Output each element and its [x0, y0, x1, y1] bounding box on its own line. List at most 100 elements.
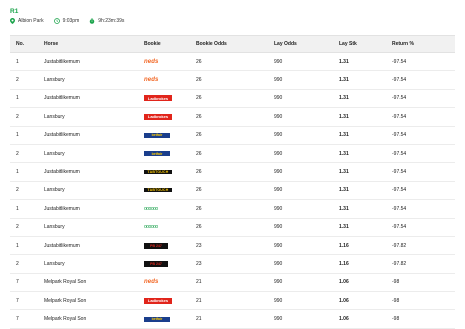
page: R1 Albion Park 9:03pm 9h:23m:39s No. Hor… — [0, 0, 465, 329]
clock-icon — [53, 18, 60, 24]
return-percent: -97.54 — [392, 169, 407, 176]
lay-odds: 990 — [274, 279, 283, 286]
lay-odds: 990 — [274, 187, 283, 194]
return-percent: -97.54 — [392, 205, 407, 212]
table-row[interactable]: 1 Justabitlikemum Ladbrokes 26 990 1.31 -97.54 — [10, 90, 455, 109]
horse-name: Justabitlikemum — [44, 95, 80, 102]
row-number: 7 — [16, 316, 19, 323]
bookie-odds: 26 — [196, 95, 202, 102]
table-row[interactable]: 2 Lansbury TABTOUCH 26 990 1.31 -97.54 — [10, 182, 455, 201]
header-horse[interactable]: Horse — [44, 41, 144, 47]
header-return[interactable]: Return % — [392, 41, 455, 47]
table-row[interactable]: 7 Melpark Royal Son Ladbrokes 21 990 1.06 -98 — [10, 292, 455, 311]
lay-odds: 990 — [274, 224, 283, 231]
lay-stake: 1.31 — [339, 95, 349, 102]
lay-stake: 1.06 — [339, 297, 349, 304]
table-row[interactable]: 7 Melpark Royal Son neds 21 990 1.06 -98 — [10, 274, 455, 293]
bookie-cell: PB 247 — [144, 260, 196, 267]
return-percent: -97.54 — [392, 132, 407, 139]
lay-stake: 1.31 — [339, 187, 349, 194]
table-row[interactable]: 2 Lansbury neds 26 990 1.31 -97.54 — [10, 71, 455, 90]
table-row[interactable]: 1 Justabitlikemum TABTOUCH 26 990 1.31 -97.54 — [10, 163, 455, 182]
row-number: 1 — [16, 132, 19, 139]
table-body: 1 Justabitlikemum neds 26 990 1.31 -97.54 2 Lans… — [10, 53, 455, 329]
bookie-odds: 21 — [196, 316, 202, 323]
horse-name: Justabitlikemum — [44, 132, 80, 139]
race-time-label: 9:03pm — [62, 18, 80, 24]
table-row[interactable]: 1 Justabitlikemum PB 247 23 990 1.16 -97.82 — [10, 237, 455, 256]
horse-name: Lansbury — [44, 150, 65, 157]
bookie-odds: 23 — [196, 260, 202, 267]
bookie-cell: Ladbrokes — [144, 95, 196, 102]
bookie-logo-pb: PB 247 — [144, 260, 168, 267]
row-number: 2 — [16, 187, 19, 194]
table-row[interactable]: 2 Lansbury Ladbrokes 26 990 1.31 -97.54 — [10, 108, 455, 127]
table-row[interactable]: 1 Justabitlikemum oooooo 26 990 1.31 -97.54 — [10, 200, 455, 219]
race-meta: Albion Park 9:03pm 9h:23m:39s — [10, 17, 134, 25]
horse-name: Melpark Royal Son — [44, 297, 87, 304]
horse-name: Lansbury — [44, 224, 65, 231]
bookie-odds: 26 — [196, 150, 202, 157]
bookie-cell: neds — [144, 59, 196, 65]
bookie-odds: 26 — [196, 205, 202, 212]
lay-odds: 990 — [274, 77, 283, 84]
return-percent: -97.54 — [392, 113, 407, 120]
table-row[interactable]: 1 Justabitlikemum neds 26 990 1.31 -97.54 — [10, 53, 455, 72]
horse-name: Lansbury — [44, 187, 65, 194]
horse-name: Justabitlikemum — [44, 169, 80, 176]
return-percent: -97.54 — [392, 95, 407, 102]
lay-odds: 990 — [274, 242, 283, 249]
bookie-cell: betfair — [144, 316, 196, 322]
lay-odds: 990 — [274, 150, 283, 157]
lay-odds: 990 — [274, 260, 283, 267]
bookie-odds: 21 — [196, 297, 202, 304]
lay-stake: 1.31 — [339, 169, 349, 176]
bookie-odds: 26 — [196, 169, 202, 176]
bookie-cell: TABTOUCH — [144, 188, 196, 193]
header-lay-odds[interactable]: Lay Odds — [274, 41, 339, 47]
row-number: 1 — [16, 95, 19, 102]
table-row[interactable]: 2 Lansbury betfair 26 990 1.31 -97.54 — [10, 145, 455, 164]
bookie-odds: 26 — [196, 58, 202, 65]
horse-name: Melpark Royal Son — [44, 279, 87, 286]
lay-odds: 990 — [274, 297, 283, 304]
header-bookie[interactable]: Bookie — [144, 41, 196, 47]
table-row[interactable]: 2 Lansbury oooooo 26 990 1.31 -97.54 — [10, 219, 455, 237]
lay-odds: 990 — [274, 316, 283, 323]
bookie-cell: betfair — [144, 132, 196, 138]
lay-odds: 990 — [274, 205, 283, 212]
lay-stake: 1.06 — [339, 316, 349, 323]
bookie-logo-neds: neds — [144, 58, 159, 65]
table-row[interactable]: 7 Melpark Royal Son betfair 21 990 1.06 -98 — [10, 310, 455, 329]
bookie-logo-betfair: betfair — [144, 316, 170, 322]
row-number: 1 — [16, 58, 19, 65]
horse-name: Justabitlikemum — [44, 58, 80, 65]
bookie-odds: 21 — [196, 279, 202, 286]
header-bookie-odds[interactable]: Bookie Odds — [196, 41, 274, 47]
table-row[interactable]: 1 Justabitlikemum betfair 26 990 1.31 -97.54 — [10, 127, 455, 145]
countdown-label: 9h:23m:39s — [98, 18, 125, 24]
table-row[interactable]: 2 Lansbury PB 247 23 990 1.16 -97.82 — [10, 255, 455, 274]
lay-stake: 1.16 — [339, 260, 349, 267]
lay-odds: 990 — [274, 95, 283, 102]
table-header: No. Horse Bookie Bookie Odds Lay Odds La… — [10, 35, 455, 53]
return-percent: -98 — [392, 297, 400, 304]
bookie-cell: oooooo — [144, 206, 196, 212]
lay-stake: 1.31 — [339, 113, 349, 120]
lay-odds: 990 — [274, 132, 283, 139]
bookie-odds: 26 — [196, 132, 202, 139]
horse-name: Melpark Royal Son — [44, 316, 87, 323]
return-percent: -97.54 — [392, 77, 407, 84]
bookie-logo-pb: PB 247 — [144, 242, 168, 249]
header-lay-stk[interactable]: Lay Stk — [339, 41, 392, 47]
header-no[interactable]: No. — [10, 41, 44, 47]
return-percent: -98 — [392, 316, 400, 323]
bookie-logo-neds: neds — [144, 77, 159, 84]
bookie-odds: 26 — [196, 77, 202, 84]
row-number: 1 — [16, 169, 19, 176]
row-number: 7 — [16, 279, 19, 286]
location-pin-icon — [10, 18, 15, 24]
odds-table: No. Horse Bookie Bookie Odds Lay Odds La… — [10, 35, 455, 329]
bookie-logo-betfair: betfair — [144, 151, 170, 157]
row-number: 2 — [16, 113, 19, 120]
